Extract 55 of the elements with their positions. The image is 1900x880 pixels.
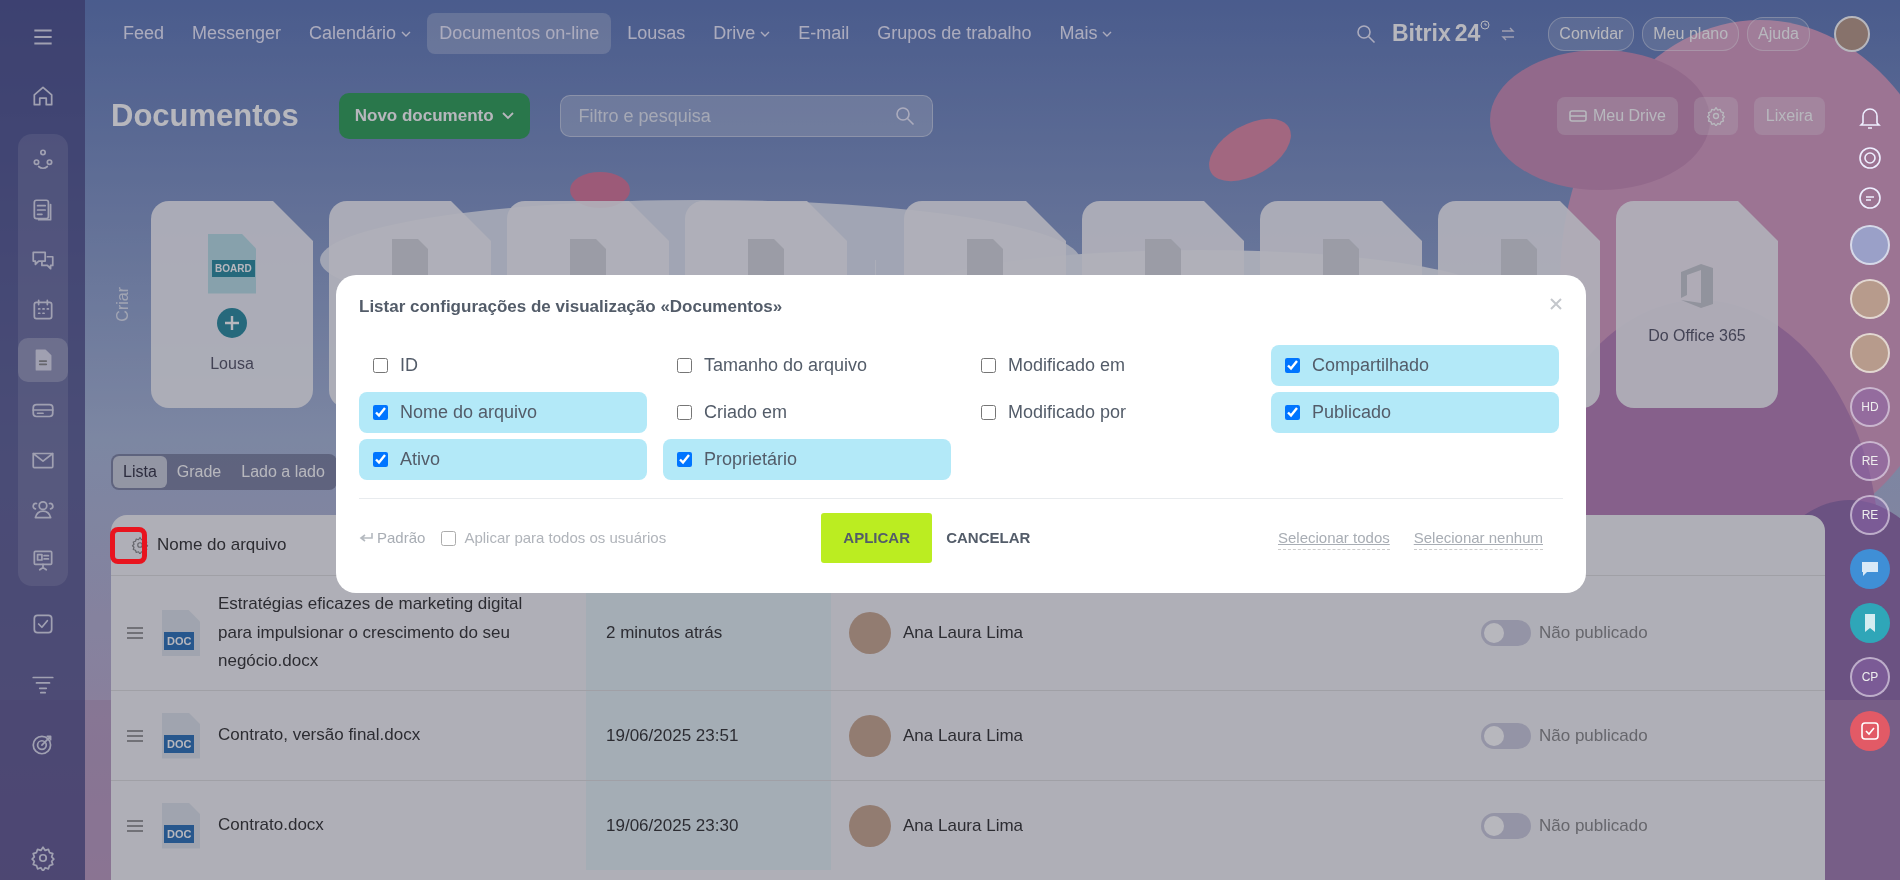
file-name[interactable]: Contrato.docx [218, 811, 324, 840]
cancel-button[interactable]: CANCELAR [940, 526, 1037, 551]
view-tab[interactable]: Grade [166, 456, 232, 488]
file-badge: DOC [164, 632, 195, 651]
column-option[interactable]: ID [359, 345, 647, 387]
file-badge: DOC [164, 824, 195, 843]
nav-tab[interactable]: Drive [701, 13, 783, 54]
file-name[interactable]: Estratégias eficazes de marketing digital para impulsionar o crescimento do seu negócio.docx [218, 589, 558, 677]
template-card[interactable]: BOARD Lousa [151, 201, 313, 408]
file-badge: DOC [164, 734, 195, 753]
reset-button[interactable]: Padrão [359, 527, 426, 550]
owner-name: Ana Laura Lima [903, 814, 1024, 837]
initials-avatar[interactable]: CP [1850, 657, 1890, 697]
nav-tab[interactable]: Grupos de trabalho [865, 13, 1044, 54]
card-label: Lousa [210, 353, 254, 374]
nav-tab[interactable]: Calendário [297, 13, 424, 54]
column-option[interactable]: Modificado em [967, 345, 1255, 387]
column-option[interactable]: Ativo [359, 439, 647, 481]
column-header[interactable]: Nome do arquivo [157, 532, 287, 558]
column-option[interactable]: Proprietário [663, 439, 951, 481]
nav-tab[interactable]: E-mail [786, 13, 862, 54]
publish-status: Não publicado [1539, 724, 1648, 747]
initials-avatar[interactable]: RE [1850, 495, 1890, 535]
template-card[interactable]: Do Office 365 [1616, 201, 1778, 408]
nav-tab[interactable]: Messenger [180, 13, 294, 54]
nav-tab[interactable]: Lousas [615, 13, 698, 54]
logo-number: 24 [1454, 19, 1481, 49]
column-option[interactable]: Tamanho do arquivo [663, 345, 951, 387]
nav-tab[interactable]: Feed [111, 13, 177, 54]
file-name[interactable]: Contrato, versão final.docx [218, 721, 421, 750]
column-option[interactable]: Publicado [1271, 392, 1559, 434]
column-option[interactable]: Nome do arquivo [359, 392, 647, 434]
column-option[interactable]: Modificado por [967, 392, 1255, 434]
nav-tab[interactable]: Mais [1047, 13, 1125, 54]
modified-date: 19/06/2025 23:30 [586, 781, 831, 870]
file-badge: BOARD [212, 259, 255, 277]
initials-avatar[interactable]: HD [1850, 387, 1890, 427]
dialog-title: Listar configurações de visualização «Documentos» [359, 297, 783, 318]
column-option[interactable]: Criado em [663, 392, 951, 434]
select-all-link[interactable]: Selecionar todos [1278, 526, 1390, 551]
apply-button[interactable]: APLICAR [821, 513, 933, 564]
initials-avatar[interactable]: RE [1850, 441, 1890, 481]
view-tab[interactable]: Lado a lado [231, 456, 335, 488]
publish-status: Não publicado [1539, 814, 1648, 837]
owner-name: Ana Laura Lima [903, 622, 1024, 645]
column-option[interactable]: Compartilhado [1271, 345, 1559, 387]
logo-text: Bitrix [1391, 19, 1451, 49]
new-document-button[interactable]: Novo documento [338, 93, 530, 139]
publish-status: Não publicado [1539, 622, 1648, 645]
modified-date: 19/06/2025 23:51 [586, 691, 831, 780]
page-title: Documentos [111, 97, 299, 135]
card-label: Do Office 365 [1648, 325, 1746, 346]
owner-name: Ana Laura Lima [903, 724, 1024, 747]
select-none-link[interactable]: Selecionar nenhum [1413, 526, 1543, 551]
apply-all-option[interactable]: Aplicar para todos os usuários [441, 527, 667, 550]
